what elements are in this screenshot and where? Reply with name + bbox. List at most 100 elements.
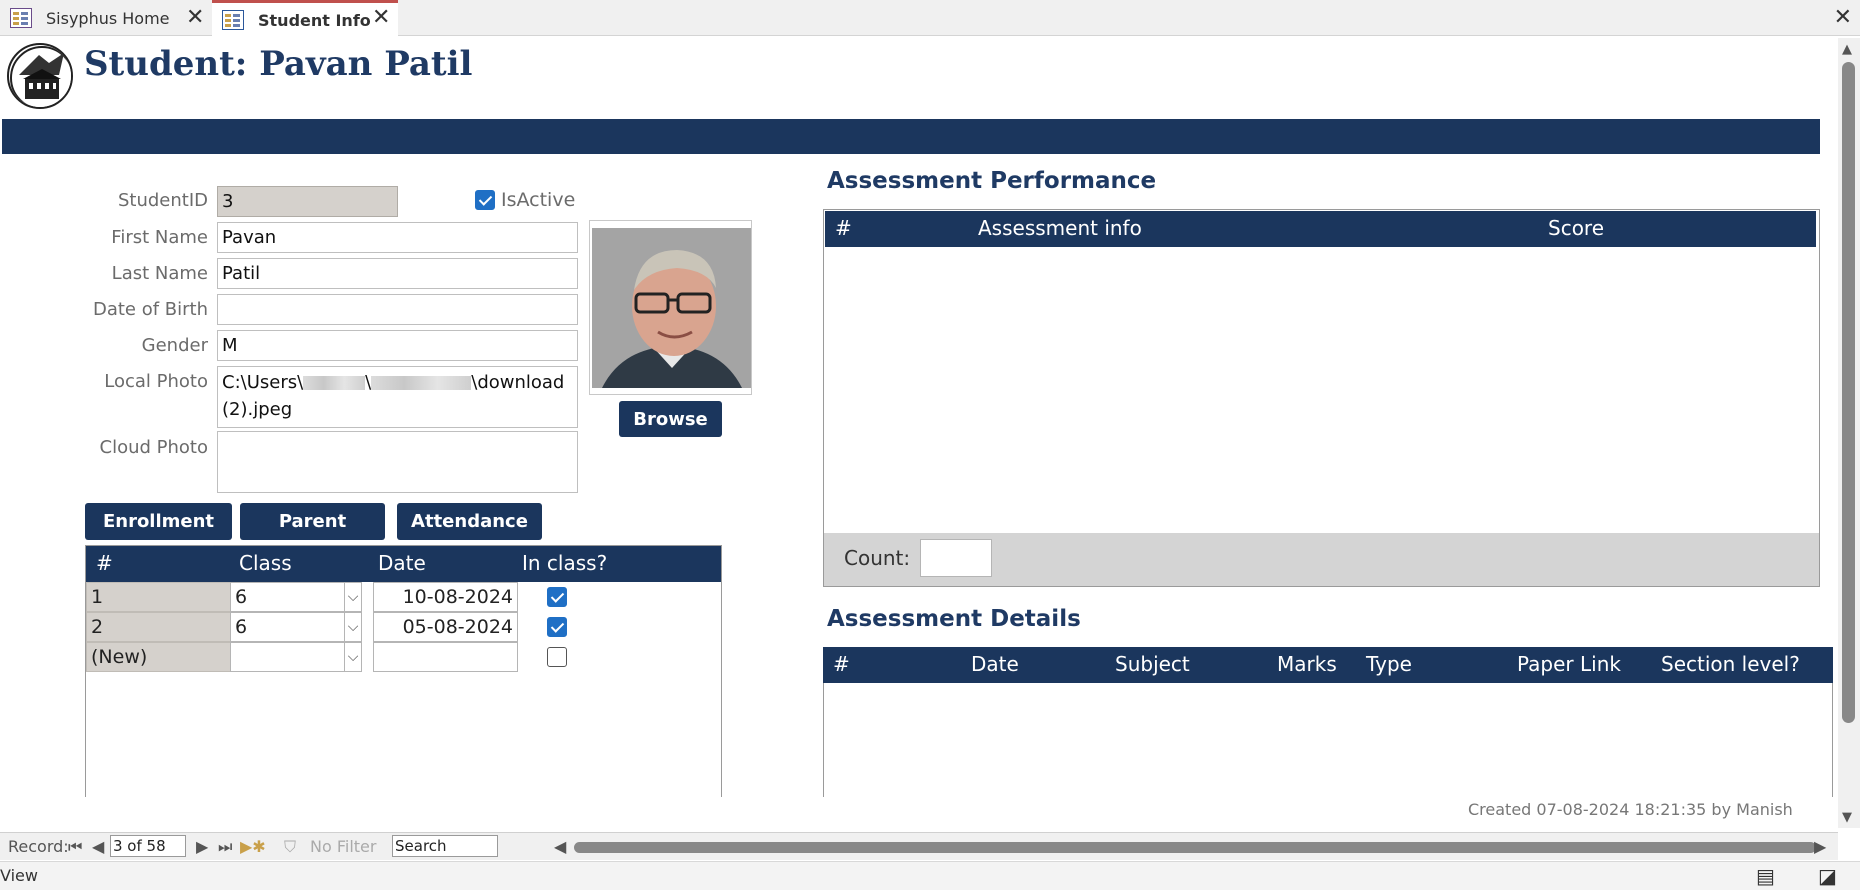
previous-record-icon[interactable]: ◀ [92, 837, 104, 856]
tab-label: Sisyphus Home [46, 8, 170, 28]
current-record-field[interactable]: 3 of 58 [110, 835, 186, 857]
last-name-field[interactable]: Patil [217, 258, 578, 289]
table-row-new[interactable]: (New) ⌵ [86, 642, 721, 672]
document-tab-bar: Sisyphus Home ✕ Student Info ✕ ✕ [0, 0, 1860, 37]
page-title: Student: Pavan Patil [84, 44, 473, 84]
form-icon [10, 8, 32, 28]
tab-sisyphus-home[interactable]: Sisyphus Home ✕ [0, 0, 212, 36]
student-photo [592, 228, 751, 388]
local-photo-label: Local Photo [104, 371, 208, 392]
parent-button[interactable]: Parent [240, 503, 385, 540]
record-navigation-bar: Record: ⏮ ◀ 3 of 58 ▶ ⏭ ▶✱ ⛉ No Filter S… [0, 832, 1838, 860]
column-header: Type [1366, 652, 1412, 676]
enrollment-button[interactable]: Enrollment [85, 503, 232, 540]
vertical-scrollbar[interactable]: ▲ ▼ [1838, 38, 1860, 828]
dob-field[interactable] [217, 294, 578, 325]
column-header: Score [1548, 216, 1605, 240]
first-name-label: First Name [111, 227, 208, 248]
school-logo [7, 43, 73, 109]
design-view-icon[interactable]: ◪ [1818, 864, 1837, 888]
enrollment-grid-header: # Class Date In class? [86, 546, 721, 582]
filter-icon[interactable]: ⛉ [284, 837, 296, 857]
last-record-icon[interactable]: ⏭ [218, 837, 232, 857]
cloud-photo-label: Cloud Photo [99, 437, 208, 458]
tab-label: Student Info [258, 10, 371, 30]
is-active-toggle[interactable]: IsActive [475, 189, 575, 211]
column-header: Class [239, 551, 292, 575]
column-header: Subject [1115, 652, 1190, 676]
horizontal-scrollbar-thumb[interactable] [574, 842, 1816, 853]
in-class-checkbox[interactable] [547, 587, 567, 607]
record-label: Record: [8, 837, 69, 856]
column-header: # [833, 652, 850, 676]
row-number[interactable]: 1 [86, 582, 231, 612]
class-select[interactable]: 6 [230, 582, 352, 612]
class-select[interactable]: 6 [230, 612, 352, 642]
status-bar: View ▤ ◪ [0, 861, 1860, 890]
table-row[interactable]: 2 6 ⌵ 05-08-2024 [86, 612, 721, 642]
row-number[interactable]: (New) [86, 642, 231, 672]
scroll-right-icon[interactable]: ▶ [1814, 837, 1826, 856]
tab-student-info[interactable]: Student Info ✕ [212, 0, 398, 37]
assessment-details-title: Assessment Details [827, 606, 1081, 632]
scroll-left-icon[interactable]: ◀ [554, 837, 566, 856]
new-record-icon[interactable]: ▶✱ [240, 837, 266, 856]
row-number[interactable]: 2 [86, 612, 231, 642]
close-icon[interactable]: ✕ [1834, 0, 1852, 36]
path-start: C:\Users\ [222, 372, 304, 393]
gender-field[interactable]: M [217, 330, 578, 361]
count-label: Count: [844, 546, 911, 570]
close-icon[interactable]: ✕ [372, 0, 390, 36]
in-class-checkbox[interactable] [547, 617, 567, 637]
search-input[interactable]: Search [392, 835, 498, 857]
class-select[interactable] [230, 642, 352, 672]
chevron-down-icon[interactable]: ⌵ [344, 642, 362, 672]
enrollment-subform: # Class Date In class? 1 6 ⌵ 10-08-2024 … [85, 545, 722, 797]
redacted-text [371, 376, 472, 390]
student-photo-frame [589, 220, 752, 395]
local-photo-field[interactable]: C:\Users\ \ \download (2).jpeg [217, 366, 578, 428]
is-active-label: IsActive [501, 189, 576, 211]
column-header: Marks [1277, 652, 1337, 676]
view-label: View [0, 866, 38, 885]
browse-button[interactable]: Browse [619, 401, 722, 437]
form-view-icon[interactable]: ▤ [1756, 864, 1775, 888]
column-header: Paper Link [1517, 652, 1621, 676]
table-row[interactable]: 1 6 ⌵ 10-08-2024 [86, 582, 721, 612]
created-info: Created 07-08-2024 18:21:35 by Manish [1468, 800, 1793, 819]
next-record-icon[interactable]: ▶ [196, 837, 208, 856]
filter-status[interactable]: No Filter [310, 837, 376, 856]
details-grid-header: # Date Subject Marks Type Paper Link Sec… [823, 647, 1833, 683]
last-name-label: Last Name [111, 263, 208, 284]
student-id-field[interactable]: 3 [217, 186, 398, 217]
column-header: In class? [522, 551, 608, 575]
student-id-label: StudentID [117, 190, 208, 211]
redacted-text [303, 376, 366, 390]
cloud-photo-field[interactable] [217, 431, 578, 493]
count-field[interactable] [920, 539, 992, 577]
column-header: Date [971, 652, 1019, 676]
column-header: Date [378, 551, 426, 575]
header-banner [2, 119, 1820, 154]
in-class-checkbox[interactable] [547, 647, 567, 667]
first-name-field[interactable]: Pavan [217, 222, 578, 253]
scrollbar-thumb[interactable] [1842, 62, 1855, 723]
date-field[interactable]: 10-08-2024 [373, 582, 518, 612]
date-field[interactable]: 05-08-2024 [373, 612, 518, 642]
performance-grid-header: # Assessment info Score [825, 211, 1816, 247]
date-field[interactable] [373, 642, 518, 672]
chevron-down-icon[interactable]: ⌵ [344, 582, 362, 612]
performance-footer: Count: [824, 533, 1819, 586]
first-record-icon[interactable]: ⏮ [68, 837, 82, 857]
attendance-button[interactable]: Attendance [397, 503, 542, 540]
gender-label: Gender [141, 335, 208, 356]
chevron-down-icon[interactable]: ⌵ [344, 612, 362, 642]
column-header: Assessment info [978, 216, 1142, 240]
dob-label: Date of Birth [92, 299, 208, 320]
scroll-up-icon[interactable]: ▲ [1842, 42, 1852, 57]
form-icon [222, 10, 244, 30]
scroll-down-icon[interactable]: ▼ [1842, 810, 1852, 825]
close-icon[interactable]: ✕ [186, 0, 204, 36]
assessment-performance-title: Assessment Performance [827, 168, 1157, 194]
checkbox-checked-icon[interactable] [475, 190, 495, 210]
